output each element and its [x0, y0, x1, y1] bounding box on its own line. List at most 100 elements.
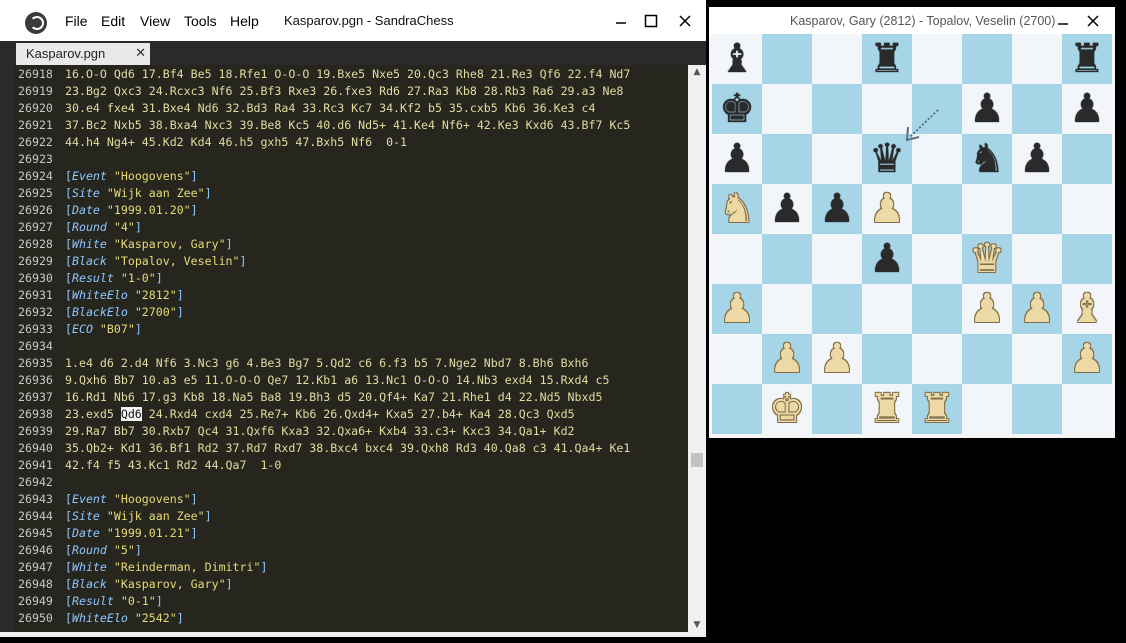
square-b7[interactable]	[762, 84, 812, 134]
code-line[interactable]: 26924 [Event "Hoogovens"]	[14, 168, 688, 185]
square-g8[interactable]	[1012, 34, 1062, 84]
square-g5[interactable]	[1012, 184, 1062, 234]
white-pawn-icon[interactable]: ♟	[1012, 284, 1062, 334]
black-rook-icon[interactable]: ♜	[862, 34, 912, 84]
black-queen-icon[interactable]: ♛	[862, 134, 912, 184]
white-bishop-icon[interactable]: ♝	[1062, 284, 1112, 334]
square-h5[interactable]	[1062, 184, 1112, 234]
square-f2[interactable]	[962, 334, 1012, 384]
code-line[interactable]: 26919 23.Bg2 Qxc3 24.Rcxc3 Nf6 25.Bf3 Rxe…	[14, 83, 688, 100]
white-knight-icon[interactable]: ♞	[712, 184, 762, 234]
code-line[interactable]: 26941 42.f4 f5 43.Kc1 Rd2 44.Qa7 1-0	[14, 457, 688, 474]
square-f5[interactable]	[962, 184, 1012, 234]
square-c1[interactable]	[812, 384, 862, 434]
square-c3[interactable]	[812, 284, 862, 334]
code-line[interactable]: 26944 [Site "Wijk aan Zee"]	[14, 508, 688, 525]
code-line[interactable]: 26923	[14, 151, 688, 168]
code-line[interactable]: 26946 [Round "5"]	[14, 542, 688, 559]
square-c6[interactable]	[812, 134, 862, 184]
square-f8[interactable]	[962, 34, 1012, 84]
menu-view[interactable]: View	[140, 0, 170, 41]
code-line[interactable]: 26929 [Black "Topalov, Veselin"]	[14, 253, 688, 270]
code-line[interactable]: 26920 30.e4 fxe4 31.Bxe4 Nd6 32.Bd3 Ra4 3…	[14, 100, 688, 117]
code-line[interactable]: 26938 23.exd5 Qd6 24.Rxd4 cxd4 25.Re7+ Kb…	[14, 406, 688, 423]
square-c7[interactable]	[812, 84, 862, 134]
square-e7[interactable]	[912, 84, 962, 134]
black-pawn-icon[interactable]: ♟	[762, 184, 812, 234]
code-line[interactable]: 26936 9.Qxh6 Bb7 10.a3 e5 11.O-O-O Qe7 12…	[14, 372, 688, 389]
code-line[interactable]: 26930 [Result "1-0"]	[14, 270, 688, 287]
code-line[interactable]: 26948 [Black "Kasparov, Gary"]	[14, 576, 688, 593]
code-line[interactable]: 26931 [WhiteElo "2812"]	[14, 287, 688, 304]
tab-kasparov-pgn[interactable]: Kasparov.pgn ✕	[16, 43, 150, 65]
square-b3[interactable]	[762, 284, 812, 334]
code-line[interactable]: 26927 [Round "4"]	[14, 219, 688, 236]
square-g1[interactable]	[1012, 384, 1062, 434]
black-pawn-icon[interactable]: ♟	[1062, 84, 1112, 134]
current-move-highlight[interactable]: Qd6	[120, 407, 142, 421]
code-line[interactable]: 26945 [Date "1999.01.21"]	[14, 525, 688, 542]
editor-titlebar[interactable]: File Edit View Tools Help Kasparov.pgn -…	[0, 0, 706, 41]
square-h1[interactable]	[1062, 384, 1112, 434]
square-h4[interactable]	[1062, 234, 1112, 284]
square-e4[interactable]	[912, 234, 962, 284]
code-line[interactable]: 26937 16.Rd1 Nb6 17.g3 Kb8 18.Na5 Ba8 19.…	[14, 389, 688, 406]
black-king-icon[interactable]: ♚	[712, 84, 762, 134]
black-pawn-icon[interactable]: ♟	[962, 84, 1012, 134]
code-line[interactable]: 26935 1.e4 d6 2.d4 Nf6 3.Nc3 g6 4.Be3 Bg7…	[14, 355, 688, 372]
code-line[interactable]: 26950 [WhiteElo "2542"]	[14, 610, 688, 627]
square-a4[interactable]	[712, 234, 762, 284]
square-g7[interactable]	[1012, 84, 1062, 134]
square-g4[interactable]	[1012, 234, 1062, 284]
black-pawn-icon[interactable]: ♟	[812, 184, 862, 234]
square-b4[interactable]	[762, 234, 812, 284]
close-button[interactable]	[668, 0, 702, 41]
code-line[interactable]: 26932 [BlackElo "2700"]	[14, 304, 688, 321]
code-line[interactable]: 26933 [ECO "B07"]	[14, 321, 688, 338]
white-pawn-icon[interactable]: ♟	[962, 284, 1012, 334]
white-pawn-icon[interactable]: ♟	[762, 334, 812, 384]
menu-tools[interactable]: Tools	[184, 0, 217, 41]
square-e2[interactable]	[912, 334, 962, 384]
square-e3[interactable]	[912, 284, 962, 334]
white-rook-icon[interactable]: ♜	[912, 384, 962, 434]
code-line[interactable]: 26947 [White "Reinderman, Dimitri"]	[14, 559, 688, 576]
scroll-thumb[interactable]	[691, 453, 703, 467]
code-line[interactable]: 26918 16.O-O Qd6 17.Bf4 Be5 18.Rfe1 O-O-O…	[14, 66, 688, 83]
white-pawn-icon[interactable]: ♟	[812, 334, 862, 384]
black-knight-icon[interactable]: ♞	[962, 134, 1012, 184]
white-pawn-icon[interactable]: ♟	[862, 184, 912, 234]
square-a2[interactable]	[712, 334, 762, 384]
code-line[interactable]: 26940 35.Qb2+ Kd1 36.Bf1 Rd2 37.Rd7 Rxd7 …	[14, 440, 688, 457]
code-line[interactable]: 26922 44.h4 Ng4+ 45.Kd2 Kd4 46.h5 gxh5 47…	[14, 134, 688, 151]
vertical-scrollbar[interactable]: ▲ ▼	[688, 65, 706, 632]
square-g2[interactable]	[1012, 334, 1062, 384]
board-titlebar[interactable]: Kasparov, Gary (2812) - Topalov, Veselin…	[709, 7, 1115, 35]
code-line[interactable]: 26926 [Date "1999.01.20"]	[14, 202, 688, 219]
chess-board[interactable]: ♝ ♜ ♜ ♚ ♟ ♟ ♟ ♛ ♞ ♟ ♞ ♟ ♟ ♟ ♟ ♛ ♟ ♟ ♟ ♝ ♟ ♟ ♟ ♚ ♜ ♜	[712, 34, 1112, 434]
minimize-button[interactable]	[604, 0, 638, 41]
tab-close-icon[interactable]: ✕	[135, 45, 146, 61]
code-line[interactable]: 26925 [Site "Wijk aan Zee"]	[14, 185, 688, 202]
code-line[interactable]: 26928 [White "Kasparov, Gary"]	[14, 236, 688, 253]
square-b8[interactable]	[762, 34, 812, 84]
square-c8[interactable]	[812, 34, 862, 84]
white-rook-icon[interactable]: ♜	[862, 384, 912, 434]
black-pawn-icon[interactable]: ♟	[1012, 134, 1062, 184]
menu-help[interactable]: Help	[230, 0, 259, 41]
scroll-down-icon[interactable]: ▼	[688, 618, 706, 632]
square-c4[interactable]	[812, 234, 862, 284]
square-e6[interactable]	[912, 134, 962, 184]
white-queen-icon[interactable]: ♛	[962, 234, 1012, 284]
code-line[interactable]: 26949 [Result "0-1"]	[14, 593, 688, 610]
square-d2[interactable]	[862, 334, 912, 384]
text-editor[interactable]: 26918 16.O-O Qd6 17.Bf4 Be5 18.Rfe1 O-O-O…	[14, 65, 688, 632]
scroll-up-icon[interactable]: ▲	[688, 65, 706, 79]
code-line[interactable]: 26942	[14, 474, 688, 491]
white-king-icon[interactable]: ♚	[762, 384, 812, 434]
square-a1[interactable]	[712, 384, 762, 434]
square-h6[interactable]	[1062, 134, 1112, 184]
white-pawn-icon[interactable]: ♟	[1062, 334, 1112, 384]
menu-edit[interactable]: Edit	[101, 0, 125, 41]
maximize-button[interactable]	[634, 0, 668, 41]
